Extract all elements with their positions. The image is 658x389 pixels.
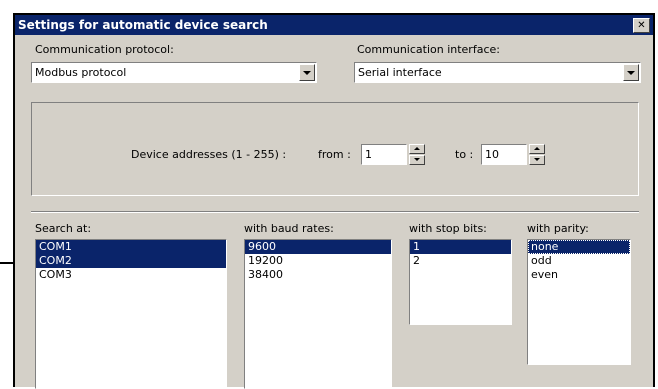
stop-bits-list[interactable]: 12	[409, 239, 512, 325]
title-bar: Settings for automatic device search ✕	[15, 15, 653, 35]
list-item[interactable]: COM1	[36, 240, 226, 254]
from-label: from :	[318, 148, 351, 161]
settings-dialog: Settings for automatic device search ✕ C…	[13, 13, 655, 389]
search-at-list[interactable]: COM1 COM2 COM3	[35, 239, 227, 389]
list-item[interactable]: 1	[410, 240, 511, 254]
list-item[interactable]: 9600	[245, 240, 391, 254]
spin-up-icon[interactable]	[409, 144, 425, 154]
interface-label: Communication interface:	[357, 43, 500, 56]
to-input[interactable]: 10	[481, 144, 527, 165]
spin-down-icon[interactable]	[529, 155, 545, 165]
from-input[interactable]: 1	[361, 144, 407, 165]
list-item[interactable]: 19200	[245, 254, 391, 268]
to-value: 10	[485, 148, 499, 161]
from-value: 1	[365, 148, 372, 161]
chevron-down-icon[interactable]	[299, 64, 315, 81]
list-item[interactable]: none	[528, 240, 630, 254]
interface-value: Serial interface	[358, 66, 442, 79]
spin-up-icon[interactable]	[529, 144, 545, 154]
chevron-down-icon[interactable]	[623, 64, 639, 81]
to-spinner[interactable]	[529, 144, 545, 165]
list-item[interactable]: odd	[528, 254, 630, 268]
window-title: Settings for automatic device search	[18, 18, 268, 32]
list-item[interactable]: even	[528, 268, 630, 282]
spin-down-icon[interactable]	[409, 155, 425, 165]
divider	[31, 211, 639, 213]
parity-label: with parity:	[527, 222, 589, 235]
protocol-select[interactable]: Modbus protocol	[31, 62, 317, 83]
protocol-label: Communication protocol:	[35, 43, 174, 56]
to-label: to :	[455, 148, 474, 161]
list-item[interactable]: 38400	[245, 268, 391, 282]
close-icon: ✕	[637, 20, 646, 31]
baud-rate-list[interactable]: 9600 19200 38400	[244, 239, 392, 389]
search-at-label: Search at:	[35, 222, 92, 235]
parity-list[interactable]: none odd even	[527, 239, 631, 365]
interface-select[interactable]: Serial interface	[354, 62, 641, 83]
stop-bits-label: with stop bits:	[409, 222, 487, 235]
protocol-value: Modbus protocol	[35, 66, 127, 79]
baud-label: with baud rates:	[244, 222, 334, 235]
from-spinner[interactable]	[409, 144, 425, 165]
list-item[interactable]: COM2	[36, 254, 226, 268]
list-item[interactable]: 2	[410, 254, 511, 268]
addresses-label: Device addresses (1 - 255) :	[131, 148, 287, 161]
close-button[interactable]: ✕	[633, 18, 650, 33]
list-item[interactable]: COM3	[36, 268, 226, 282]
